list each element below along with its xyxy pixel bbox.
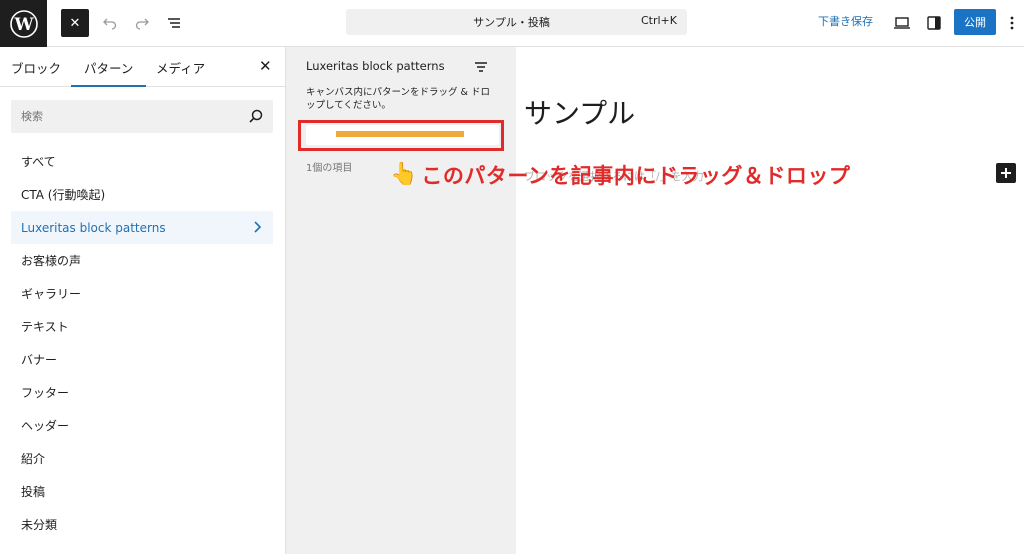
category-item[interactable]: CTA (行動喚起) [11,178,273,211]
category-item[interactable]: テキスト [11,310,273,343]
wordpress-logo-icon[interactable]: W [0,0,47,47]
filter-icon[interactable] [474,59,488,78]
category-item[interactable]: フッター [11,376,273,409]
post-title-indicator: サンプル・投稿 [473,16,550,29]
publish-button[interactable]: 公開 [954,9,996,35]
category-label: バナー [21,353,58,367]
category-label: ヘッダー [21,419,70,433]
svg-text:W: W [13,15,34,35]
editor-header: W ✕ サンプル・投稿 Ctrl+K 下書き保存 公開 [0,0,1024,47]
pattern-panel-title: Luxeritas block patterns [306,59,445,73]
search-input[interactable] [11,100,241,133]
tab-blocks[interactable]: ブロック [11,58,61,87]
pattern-item-count: 1個の項目 [306,163,353,174]
category-item[interactable]: 未分類 [11,508,273,541]
annotation-callout: 👆 このパターンを記事内にドラッグ＆ドロップ [390,160,850,190]
category-item[interactable]: バナー [11,343,273,376]
tab-media[interactable]: メディア [156,58,205,87]
inserter-tabs: ブロック パターン メディア ✕ [0,47,286,87]
category-label: フッター [21,386,70,400]
block-inserter-panel: ブロック パターン メディア ✕ すべて CTA (行動喚起) Luxerita… [0,47,286,554]
pattern-panel-description: キャンバス内にパターンをドラッグ & ドロップしてください。 [306,87,490,111]
close-icon[interactable]: ✕ [61,9,89,37]
category-item[interactable]: ギャラリー [11,277,273,310]
chevron-right-icon [251,220,263,237]
pattern-category-list: すべて CTA (行動喚起) Luxeritas block patterns … [11,145,273,541]
category-label: 未分類 [21,518,58,532]
category-item[interactable]: 投稿 [11,475,273,508]
close-icon[interactable]: ✕ [259,57,272,75]
preview-icon[interactable] [888,9,916,37]
category-label: すべて [21,155,56,169]
category-label: お客様の声 [21,254,82,268]
category-item[interactable]: 紹介 [11,442,273,475]
category-label: ギャラリー [21,287,82,301]
post-title[interactable]: サンプル [524,92,635,132]
command-palette-bar[interactable]: サンプル・投稿 Ctrl+K [346,9,687,35]
annotation-text: このパターンを記事内にドラッグ＆ドロップ [421,164,851,188]
category-label: Luxeritas block patterns [21,220,166,235]
command-shortcut: Ctrl+K [640,14,677,27]
category-label: 紹介 [21,452,46,466]
redo-icon[interactable] [128,9,156,37]
highlight-box [298,120,504,151]
pointing-hand-icon: 👆 [390,162,418,187]
editor-canvas: サンプル ブロックを選択するには「/」を入力 [516,47,1024,554]
plus-icon[interactable] [996,163,1016,183]
category-item[interactable]: すべて [11,145,273,178]
undo-icon[interactable] [96,9,124,37]
category-label: CTA (行動喚起) [21,188,106,202]
sidebar-settings-icon[interactable] [920,9,948,37]
save-draft-button[interactable]: 下書き保存 [818,13,873,29]
category-item[interactable]: ヘッダー [11,409,273,442]
list-view-icon[interactable] [160,9,188,37]
more-options-icon[interactable] [1002,9,1022,37]
category-label: テキスト [21,320,69,334]
pattern-search [11,100,273,133]
tab-patterns[interactable]: パターン [71,58,147,87]
search-icon[interactable] [248,108,264,128]
category-label: 投稿 [21,485,46,499]
category-item[interactable]: お客様の声 [11,244,273,277]
category-item-selected[interactable]: Luxeritas block patterns [11,211,273,244]
